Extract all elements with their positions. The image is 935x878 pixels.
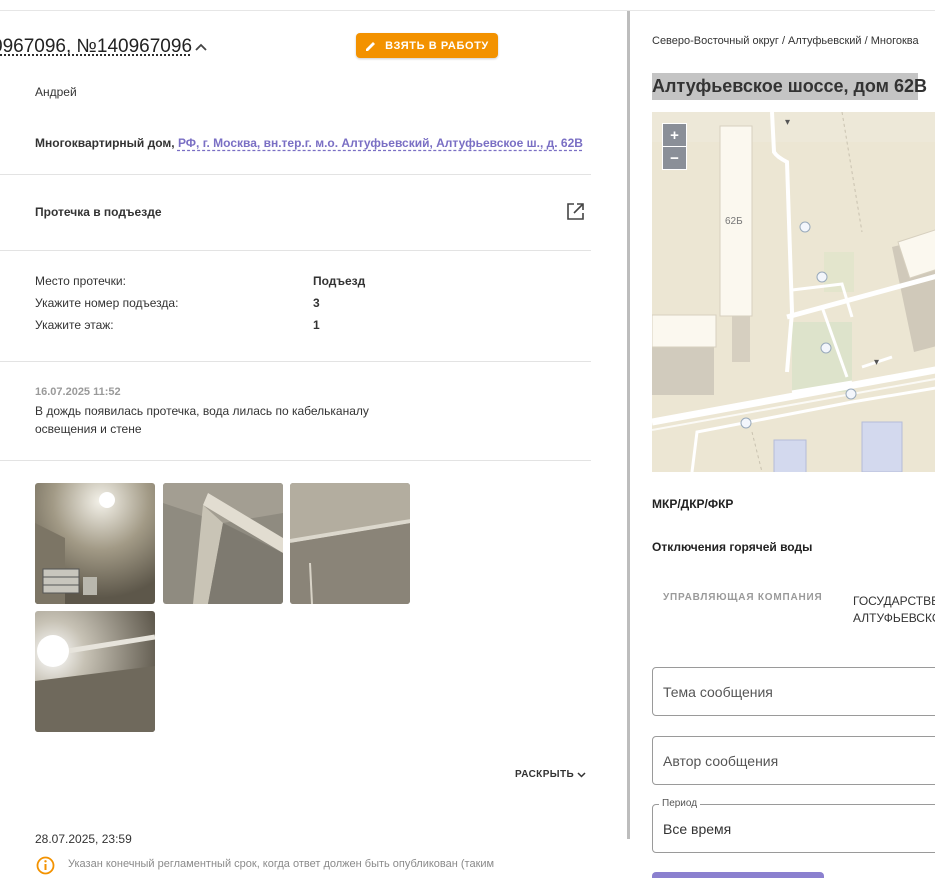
pencil-icon: [366, 41, 376, 51]
message-text-line1: В дождь появилась протечка, вода лилась …: [35, 404, 369, 418]
mkr-heading: МКР/ДКР/ФКР: [652, 497, 734, 511]
period-label: Период: [659, 798, 701, 809]
address-link[interactable]: РФ, г. Москва, вн.тер.г. м.о. Алтуфьевск…: [178, 136, 583, 150]
map-building-label: 62Б: [725, 216, 743, 227]
divider: [0, 361, 591, 362]
svg-text:▾: ▾: [785, 117, 790, 128]
subject-field[interactable]: Тема сообщения: [652, 667, 935, 716]
photo-thumbnail[interactable]: [35, 611, 155, 732]
chevron-up-icon[interactable]: [194, 40, 208, 54]
zoom-out-button[interactable]: −: [662, 146, 687, 170]
detail-value: 1: [313, 318, 320, 332]
management-company-value: ГОСУДАРСТВЕ АЛТУФЬЕВСКО: [853, 593, 935, 627]
zoom-in-button[interactable]: +: [662, 123, 687, 147]
divider: [0, 460, 591, 461]
ticket-panel: 0967096, №140967096 ВЗЯТЬ В РАБОТУ Андре…: [0, 0, 627, 878]
period-select[interactable]: Все время: [652, 804, 935, 853]
detail-label: Укажите номер подъезда:: [35, 296, 179, 310]
divider: [0, 250, 591, 251]
hot-water-heading: Отключения горячей воды: [652, 540, 813, 554]
breadcrumb: Северо-Восточный округ / Алтуфьевский / …: [652, 35, 919, 47]
category-title: Протечка в подъезде: [35, 205, 162, 219]
object-line: Многоквартирный дом, РФ, г. Москва, вн.т…: [35, 136, 583, 150]
object-panel: Северо-Восточный округ / Алтуфьевский / …: [630, 0, 935, 878]
photo-thumbnail[interactable]: [35, 483, 155, 604]
detail-value: 3: [313, 296, 320, 310]
management-company-line1: ГОСУДАРСТВЕ: [853, 594, 935, 608]
take-to-work-label: ВЗЯТЬ В РАБОТУ: [385, 39, 489, 52]
object-type: Многоквартирный дом,: [35, 136, 175, 150]
map[interactable]: ▾ ▾ 62Б + −: [652, 112, 935, 472]
expand-label: РАСКРЫТЬ: [515, 769, 575, 780]
address-title: Алтуфьевское шоссе, дом 62В: [652, 73, 927, 100]
message-text-line2: освещения и стене: [35, 422, 142, 436]
info-icon: [36, 856, 55, 875]
deadline-date: 28.07.2025, 23:59: [35, 832, 132, 846]
management-company-line2: АЛТУФЬЕВСКО: [853, 611, 935, 625]
chevron-down-icon: [577, 772, 586, 778]
photo-thumbnail[interactable]: [290, 483, 410, 604]
detail-value: Подъезд: [313, 274, 366, 288]
ticket-number[interactable]: 0967096, №140967096: [0, 36, 192, 58]
management-company-label: УПРАВЛЯЮЩАЯ КОМПАНИЯ: [663, 592, 823, 603]
author-field[interactable]: Автор сообщения: [652, 736, 935, 785]
detail-label: Укажите этаж:: [35, 318, 114, 332]
divider: [0, 174, 591, 175]
detail-label: Место протечки:: [35, 274, 126, 288]
message-date: 16.07.2025 11:52: [35, 386, 121, 398]
submit-button[interactable]: [652, 872, 824, 878]
author-name: Андрей: [35, 85, 77, 99]
photo-thumbnail[interactable]: [163, 483, 283, 604]
svg-text:▾: ▾: [874, 357, 879, 368]
deadline-note: Указан конечный регламентный срок, когда…: [68, 858, 495, 870]
take-to-work-button[interactable]: ВЗЯТЬ В РАБОТУ: [356, 33, 498, 58]
expand-button[interactable]: РАСКРЫТЬ: [515, 769, 586, 780]
external-link-icon[interactable]: [566, 202, 585, 221]
